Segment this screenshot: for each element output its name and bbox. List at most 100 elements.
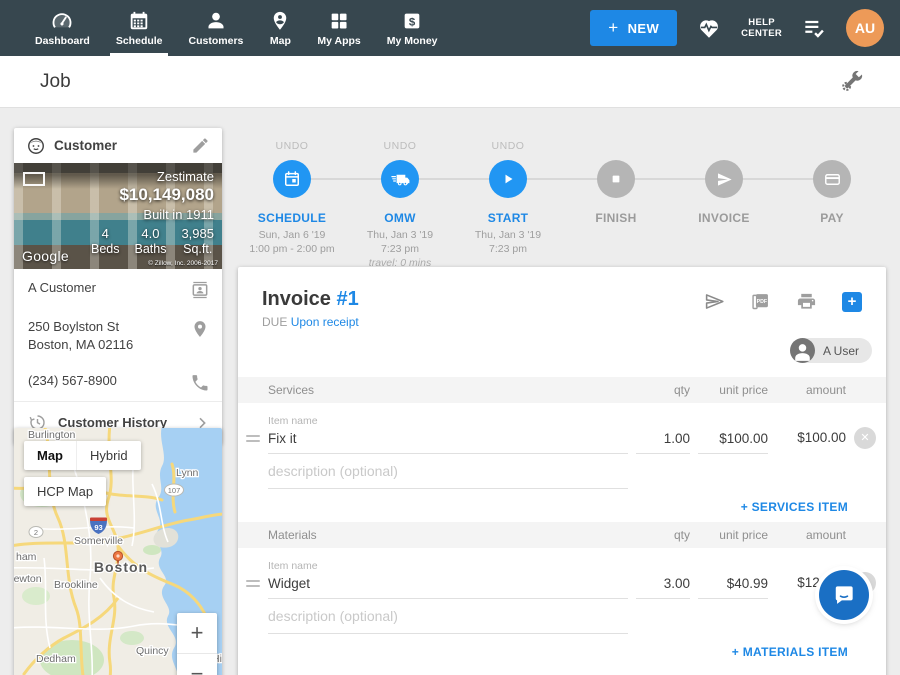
map-zoom-control: + − <box>177 613 217 675</box>
contact-card-icon[interactable] <box>190 280 210 300</box>
zillow-copyright: © Zillow, Inc. 2006-2017 <box>148 260 218 267</box>
invoice-actions: PDF + <box>704 291 862 312</box>
svg-text:PDF: PDF <box>757 299 768 305</box>
activity-feed-icon[interactable] <box>801 15 827 41</box>
invoice-card: Invoice #1 PDF + DUE Upon receipt <box>238 267 886 675</box>
chat-support-button[interactable] <box>819 570 869 620</box>
route-2-shield: 2 <box>29 527 43 538</box>
hybrid-button[interactable]: Hybrid <box>76 441 141 470</box>
zestimate-overlay: Zestimate $10,149,080 Built in 1911 4Bed… <box>91 169 214 256</box>
materials-header: Materials <box>268 528 628 542</box>
print-icon[interactable] <box>796 291 817 312</box>
assignee-pill[interactable]: A User <box>790 338 872 363</box>
new-button[interactable]: +NEW <box>590 10 677 46</box>
material-description-input[interactable] <box>268 605 628 634</box>
map-button[interactable]: Map <box>24 441 76 470</box>
service-name-input[interactable] <box>268 428 628 454</box>
nav-item-my-apps[interactable]: My Apps <box>304 0 373 56</box>
job-settings-wrench-gear-icon[interactable] <box>839 69 864 94</box>
service-unit-price-input[interactable] <box>698 428 768 454</box>
add-invoice-item-button[interactable]: + <box>842 292 862 312</box>
apps-grid-icon <box>328 10 350 32</box>
pdf-icon[interactable]: PDF <box>750 291 771 312</box>
job-status-timeline: UNDO SCHEDULE Sun, Jan 6 '191:00 pm - 2:… <box>238 140 886 265</box>
plus-icon: + <box>608 18 618 38</box>
page-header: Job <box>0 56 900 108</box>
materials-header-bar: Materials qty unit price amount <box>238 522 886 548</box>
map-label-boston: Boston <box>94 559 148 575</box>
drag-handle[interactable] <box>246 435 260 448</box>
map-label-newton: Newton <box>14 573 42 585</box>
delete-line-item-button[interactable]: ✕ <box>854 427 876 449</box>
service-qty-input[interactable] <box>636 428 690 454</box>
map-label-brookline: Brookline <box>54 579 98 591</box>
stop-icon <box>607 170 625 188</box>
timeline-step-finish: FINISH <box>562 140 670 271</box>
heart-pulse-icon[interactable] <box>696 15 722 41</box>
phone-icon[interactable] <box>190 373 210 393</box>
property-photo: Zestimate $10,149,080 Built in 1911 4Bed… <box>14 163 222 269</box>
add-services-item-link[interactable]: + SERVICES ITEM <box>238 489 886 518</box>
map-card[interactable]: Burlington Lynn Somerville ham Newton Br… <box>14 428 222 675</box>
calendar-icon <box>128 10 150 32</box>
route-107-shield: 107 <box>165 484 184 496</box>
nav-item-schedule[interactable]: Schedule <box>103 0 176 56</box>
google-watermark: Google <box>22 248 69 264</box>
zoom-out-button[interactable]: − <box>177 653 217 675</box>
zoom-in-button[interactable]: + <box>177 613 217 653</box>
customer-name: A Customer <box>28 279 190 297</box>
baths-stat: 4.0Baths <box>134 226 166 256</box>
hcp-map-button[interactable]: HCP Map <box>24 477 106 506</box>
user-avatar[interactable]: AU <box>846 9 884 47</box>
timeline-step-pay: PAY <box>778 140 886 271</box>
svg-text:2: 2 <box>34 528 38 537</box>
sqft-stat: 3,985Sq.ft. <box>181 226 214 256</box>
nav-item-map[interactable]: Map <box>256 0 304 56</box>
chat-bubble-icon <box>831 582 857 608</box>
map-label-waltham: ham <box>16 551 37 563</box>
amount-column-header: amount <box>776 383 846 397</box>
material-qty-input[interactable] <box>636 573 690 599</box>
item-name-label: Item name <box>268 560 628 572</box>
timeline-step-invoice: INVOICE <box>670 140 778 271</box>
zestimate-label: Zestimate <box>91 169 214 184</box>
nav-item-dashboard[interactable]: Dashboard <box>22 0 103 56</box>
customer-phone: (234) 567-8900 <box>28 372 190 390</box>
nav-item-my-money[interactable]: $ My Money <box>374 0 451 56</box>
customer-phone-row: (234) 567-8900 <box>14 362 222 401</box>
nav-label: Customers <box>189 35 244 47</box>
customer-address-row: 250 Boylston StBoston, MA 02116 <box>14 308 222 362</box>
nav-item-customers[interactable]: Customers <box>176 0 257 56</box>
invoice-step-button[interactable] <box>705 160 743 198</box>
material-unit-price-input[interactable] <box>698 573 768 599</box>
drag-handle[interactable] <box>246 580 260 593</box>
dashboard-gauge-icon <box>51 10 73 32</box>
help-center-link[interactable]: HELPCENTER <box>741 17 782 40</box>
map-label-dedham: Dedham <box>36 653 76 665</box>
add-materials-item-link[interactable]: + MATERIALS ITEM <box>238 634 886 663</box>
due-terms-link[interactable]: Upon receipt <box>291 315 359 329</box>
nav-label: Dashboard <box>35 35 90 47</box>
timeline-step-start: UNDO START Thu, Jan 3 '197:23 pm <box>454 140 562 271</box>
location-pin-icon[interactable] <box>190 319 210 339</box>
beds-stat: 4Beds <box>91 226 120 256</box>
start-step-button[interactable] <box>489 160 527 198</box>
person-icon <box>205 10 227 32</box>
amount-column-header: amount <box>776 528 846 542</box>
unit-price-column-header: unit price <box>698 528 768 542</box>
material-line-item: $122.97 ✕ <box>238 572 886 600</box>
finish-step-button[interactable] <box>597 160 635 198</box>
service-description-input[interactable] <box>268 460 628 489</box>
omw-step-button[interactable] <box>381 160 419 198</box>
unit-price-column-header: unit price <box>698 383 768 397</box>
services-header: Services <box>268 383 628 397</box>
pay-step-button[interactable] <box>813 160 851 198</box>
undo-button[interactable]: UNDO <box>384 140 417 153</box>
undo-button[interactable]: UNDO <box>492 140 525 153</box>
send-invoice-icon[interactable] <box>704 291 725 312</box>
schedule-step-button[interactable] <box>273 160 311 198</box>
material-name-input[interactable] <box>268 573 628 599</box>
undo-button[interactable]: UNDO <box>276 140 309 153</box>
map-label-burlington: Burlington <box>28 429 75 441</box>
edit-pencil-icon[interactable] <box>191 136 210 155</box>
